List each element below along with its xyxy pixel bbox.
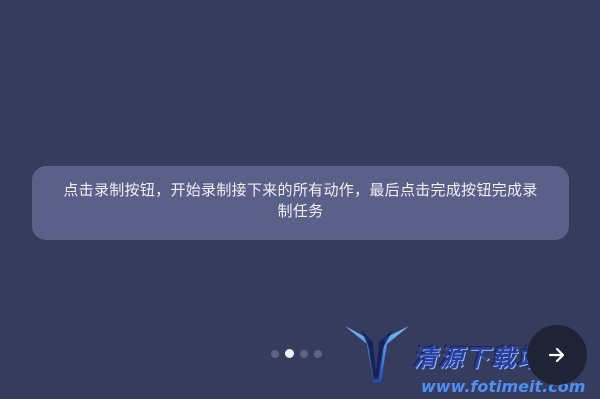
- watermark-logo-text: 清源下载站: [413, 344, 543, 372]
- watermark-logo-icon: [345, 326, 409, 382]
- page-dot-2-active: [285, 349, 294, 358]
- page-dot-3: [300, 349, 308, 358]
- arrow-right-icon: [548, 347, 565, 363]
- page-dot-1: [271, 349, 279, 358]
- next-button[interactable]: [527, 325, 587, 385]
- tip-card: 点击录制按钮，开始录制接下来的所有动作，最后点击完成按钮完成录制任务: [32, 166, 569, 240]
- page-indicator: [271, 349, 322, 358]
- tip-text: 点击录制按钮，开始录制接下来的所有动作，最后点击完成按钮完成录制任务: [63, 181, 538, 220]
- onboarding-screen: 点击录制按钮，开始录制接下来的所有动作，最后点击完成按钮完成录制任务 清源下载站…: [0, 0, 600, 399]
- page-dot-4: [314, 349, 322, 358]
